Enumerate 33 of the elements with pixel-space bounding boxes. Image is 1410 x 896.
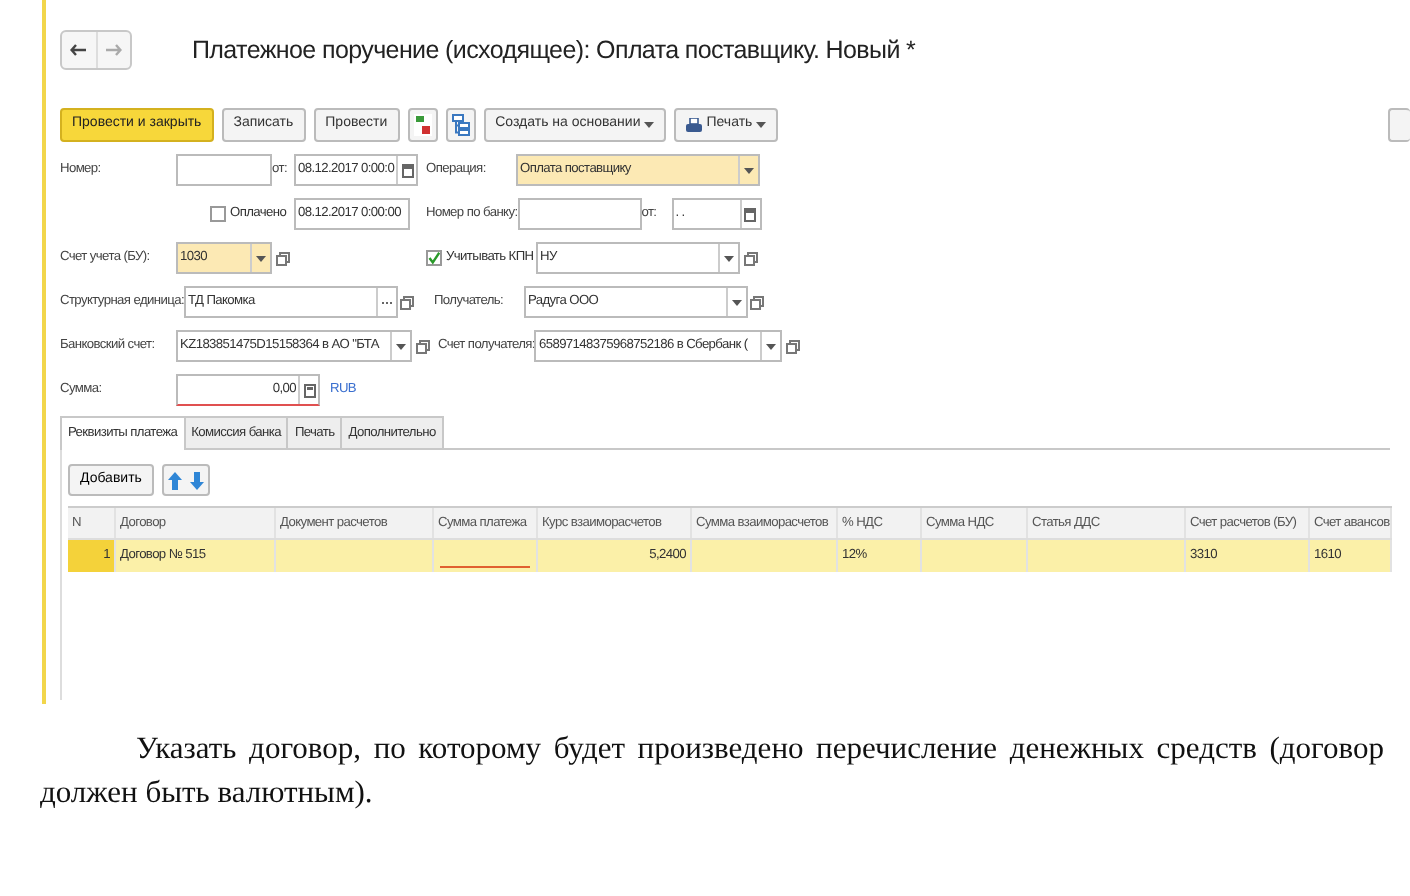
arrow-up-icon (167, 471, 182, 489)
toolbar-button[interactable] (1388, 108, 1410, 142)
open-icon (415, 339, 429, 353)
open-icon (743, 251, 757, 265)
dropdown-icon (724, 255, 734, 261)
caption-text: Указать договор, по которому будет произведено перечисление денежных средств (договор должен быть валютным). (40, 730, 1384, 814)
dropdown-icon (644, 122, 655, 128)
printer-icon (686, 117, 703, 133)
calendar-icon (744, 207, 757, 221)
ledger-button[interactable] (407, 108, 438, 142)
calendar-icon (401, 163, 414, 177)
dropdown-icon (766, 343, 777, 349)
arrow-down-icon (189, 471, 204, 489)
open-icon (400, 295, 415, 309)
dropdown-icon (744, 167, 754, 173)
move-down-button[interactable] (185, 466, 208, 494)
input-field[interactable] (176, 154, 272, 186)
calculator-icon (303, 383, 315, 397)
dropdown-icon (396, 343, 406, 349)
dropdown-icon (256, 255, 266, 261)
input-field[interactable] (517, 198, 642, 230)
structure-button[interactable] (445, 108, 476, 142)
window-title: Платежное поручение (исходящее): Оплата поставщику. Новый * (192, 33, 916, 68)
checkmark-icon (428, 249, 440, 266)
open-icon (750, 295, 765, 309)
dropdown-icon (731, 299, 742, 305)
arrow-left-icon (70, 44, 87, 56)
arrow-right-icon (105, 44, 122, 56)
open-icon (785, 339, 800, 353)
structure-icon (451, 114, 470, 136)
open-icon (275, 251, 289, 265)
ledger-icon (413, 114, 432, 136)
dropdown-icon (756, 122, 767, 128)
